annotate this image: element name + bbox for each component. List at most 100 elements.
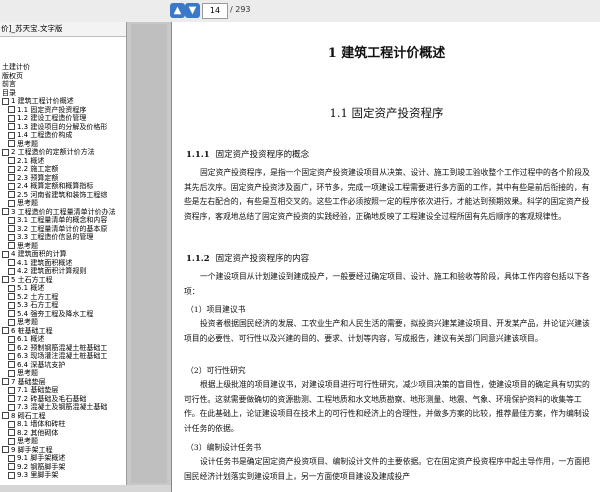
bookmark-checkbox-icon[interactable] (8, 437, 15, 445)
bookmark-checkbox-icon[interactable] (8, 174, 15, 182)
bookmark-item[interactable]: 3.2 工程量清单计价的基本原 (0, 225, 126, 234)
bookmark-item[interactable]: 2.5 河南省建筑和装饰工程综 (0, 191, 126, 200)
bookmark-checkbox-icon[interactable] (8, 114, 15, 122)
bookmark-checkbox-icon[interactable] (8, 140, 15, 148)
bookmark-item[interactable]: 5.2 土方工程 (0, 293, 126, 302)
bookmark-item[interactable]: 目录 (0, 89, 126, 98)
bookmark-item[interactable]: 5 土石方工程 (0, 276, 126, 285)
bookmark-checkbox-icon[interactable] (2, 97, 9, 105)
bookmark-item[interactable]: 2.1 概述 (0, 157, 126, 166)
bookmark-item[interactable]: 7.2 砖基础及毛石基础 (0, 395, 126, 404)
bookmark-checkbox-icon[interactable] (8, 420, 15, 428)
scrollbar[interactable] (127, 22, 171, 485)
bookmark-item[interactable]: 4.2 建筑面积计算规则 (0, 267, 126, 276)
scrollbar-track[interactable] (131, 24, 167, 483)
bookmark-item[interactable]: 2.3 预算定额 (0, 174, 126, 183)
bookmark-checkbox-icon[interactable] (8, 191, 15, 199)
bookmark-item[interactable]: 7.1 基础垫层 (0, 386, 126, 395)
bookmark-item[interactable]: 思考题 (0, 242, 126, 251)
bookmark-checkbox-icon[interactable] (8, 369, 15, 377)
bookmark-item[interactable]: 5.4 强夯工程及降水工程 (0, 310, 126, 319)
bookmark-item[interactable]: 9.1 脚手架概述 (0, 454, 126, 463)
bookmark-checkbox-icon[interactable] (8, 199, 15, 207)
bookmark-label: 3.3 工程造价信息的管理 (17, 233, 94, 241)
bookmark-checkbox-icon[interactable] (8, 216, 15, 224)
bookmark-item[interactable]: 思考题 (0, 140, 126, 149)
bookmark-item[interactable]: 6 桩基础工程 (0, 327, 126, 336)
bookmark-checkbox-icon[interactable] (8, 386, 15, 394)
bookmark-checkbox-icon[interactable] (8, 157, 15, 165)
bookmark-checkbox-icon[interactable] (8, 471, 15, 479)
bookmark-checkbox-icon[interactable] (8, 182, 15, 190)
bookmark-item[interactable]: 思考题 (0, 369, 126, 378)
bookmark-checkbox-icon[interactable] (8, 352, 15, 360)
bookmark-item[interactable]: 7 基础垫层 (0, 378, 126, 387)
bookmark-item[interactable]: 2.2 施工定额 (0, 165, 126, 174)
bookmark-checkbox-icon[interactable] (8, 310, 15, 318)
bookmark-checkbox-icon[interactable] (8, 233, 15, 241)
bookmark-checkbox-icon[interactable] (8, 429, 15, 437)
bookmark-checkbox-icon[interactable] (2, 327, 9, 335)
page-down-icon[interactable]: ▼ (185, 3, 200, 18)
bookmark-checkbox-icon[interactable] (8, 395, 15, 403)
bookmark-checkbox-icon[interactable] (8, 454, 15, 462)
bookmark-checkbox-icon[interactable] (8, 361, 15, 369)
bookmark-item[interactable]: 3.1 工程量清单的概念和内容 (0, 216, 126, 225)
bookmark-checkbox-icon[interactable] (8, 403, 15, 411)
bookmark-item[interactable]: 2.4 概算定额和概算指标 (0, 182, 126, 191)
bookmark-item[interactable]: 1.2 建设工程造价管理 (0, 114, 126, 123)
bookmark-item[interactable]: 思考题 (0, 199, 126, 208)
bookmark-checkbox-icon[interactable] (8, 463, 15, 471)
bookmark-item[interactable]: 思考题 (0, 437, 126, 446)
page-up-icon[interactable]: ▲ (170, 3, 185, 18)
bookmark-item[interactable]: 版权页 (0, 72, 126, 81)
bookmark-item[interactable]: 9.3 里脚手架 (0, 471, 126, 480)
bookmark-item[interactable]: 前言 (0, 80, 126, 89)
bookmark-item[interactable]: 2 工程造价的定额计价方法 (0, 148, 126, 157)
bookmark-checkbox-icon[interactable] (8, 284, 15, 292)
bookmark-checkbox-icon[interactable] (2, 250, 9, 258)
bookmark-checkbox-icon[interactable] (8, 259, 15, 267)
bookmark-checkbox-icon[interactable] (8, 267, 15, 275)
bookmark-item[interactable]: 4.1 建筑面积概述 (0, 259, 126, 268)
bookmark-checkbox-icon[interactable] (8, 225, 15, 233)
bookmark-checkbox-icon[interactable] (8, 242, 15, 250)
bookmark-checkbox-icon[interactable] (8, 318, 15, 326)
bookmark-item[interactable]: 8.2 其他砌体 (0, 429, 126, 438)
bookmark-checkbox-icon[interactable] (2, 276, 9, 284)
bookmark-checkbox-icon[interactable] (8, 165, 15, 173)
bookmark-item[interactable]: 5.3 石方工程 (0, 301, 126, 310)
bookmark-item[interactable]: 9.2 钢筋脚手架 (0, 463, 126, 472)
bookmark-item[interactable]: 6.2 预制钢筋混凝土桩基础工 (0, 344, 126, 353)
bookmark-item[interactable]: 6.3 现场灌注混凝土桩基础工 (0, 352, 126, 361)
bookmark-checkbox-icon[interactable] (2, 378, 9, 386)
bookmark-item[interactable]: 3.3 工程造价信息的管理 (0, 233, 126, 242)
bookmark-item[interactable]: 1 建筑工程计价概述 (0, 97, 126, 106)
bookmark-item[interactable]: 思考题 (0, 318, 126, 327)
bookmark-item[interactable]: 8.1 墙体和砖柱 (0, 420, 126, 429)
bookmark-checkbox-icon[interactable] (2, 412, 9, 420)
bookmark-item[interactable]: 土建计价 (0, 63, 126, 72)
bookmark-item[interactable]: 7.3 混凝土及钢筋混凝土基础 (0, 403, 126, 412)
bookmark-checkbox-icon[interactable] (8, 344, 15, 352)
bookmark-checkbox-icon[interactable] (8, 301, 15, 309)
bookmark-item[interactable]: 9 脚手架工程 (0, 446, 126, 455)
bookmark-checkbox-icon[interactable] (8, 335, 15, 343)
bookmark-item[interactable]: 1.4 工程造价构成 (0, 131, 126, 140)
bookmark-item[interactable]: 1.1 固定资产投资程序 (0, 106, 126, 115)
bookmark-item[interactable]: 3 工程造价的工程量清单计价办法 (0, 208, 126, 217)
bookmark-checkbox-icon[interactable] (8, 123, 15, 131)
bookmark-item[interactable]: 1.3 建设项目的分解及价格形 (0, 123, 126, 132)
bookmark-item[interactable]: 4 建筑面积的计算 (0, 250, 126, 259)
bookmark-checkbox-icon[interactable] (2, 148, 9, 156)
bookmark-item[interactable]: 8 砌石工程 (0, 412, 126, 421)
bookmark-checkbox-icon[interactable] (8, 131, 15, 139)
bookmark-checkbox-icon[interactable] (2, 446, 9, 454)
bookmark-checkbox-icon[interactable] (8, 106, 15, 114)
bookmark-item[interactable]: 6.1 概述 (0, 335, 126, 344)
bookmark-item[interactable]: 6.4 深基坑支护 (0, 361, 126, 370)
bookmark-checkbox-icon[interactable] (8, 293, 15, 301)
bookmark-item[interactable]: 5.1 概述 (0, 284, 126, 293)
page-number-input[interactable] (202, 3, 228, 19)
bookmark-checkbox-icon[interactable] (2, 208, 9, 216)
